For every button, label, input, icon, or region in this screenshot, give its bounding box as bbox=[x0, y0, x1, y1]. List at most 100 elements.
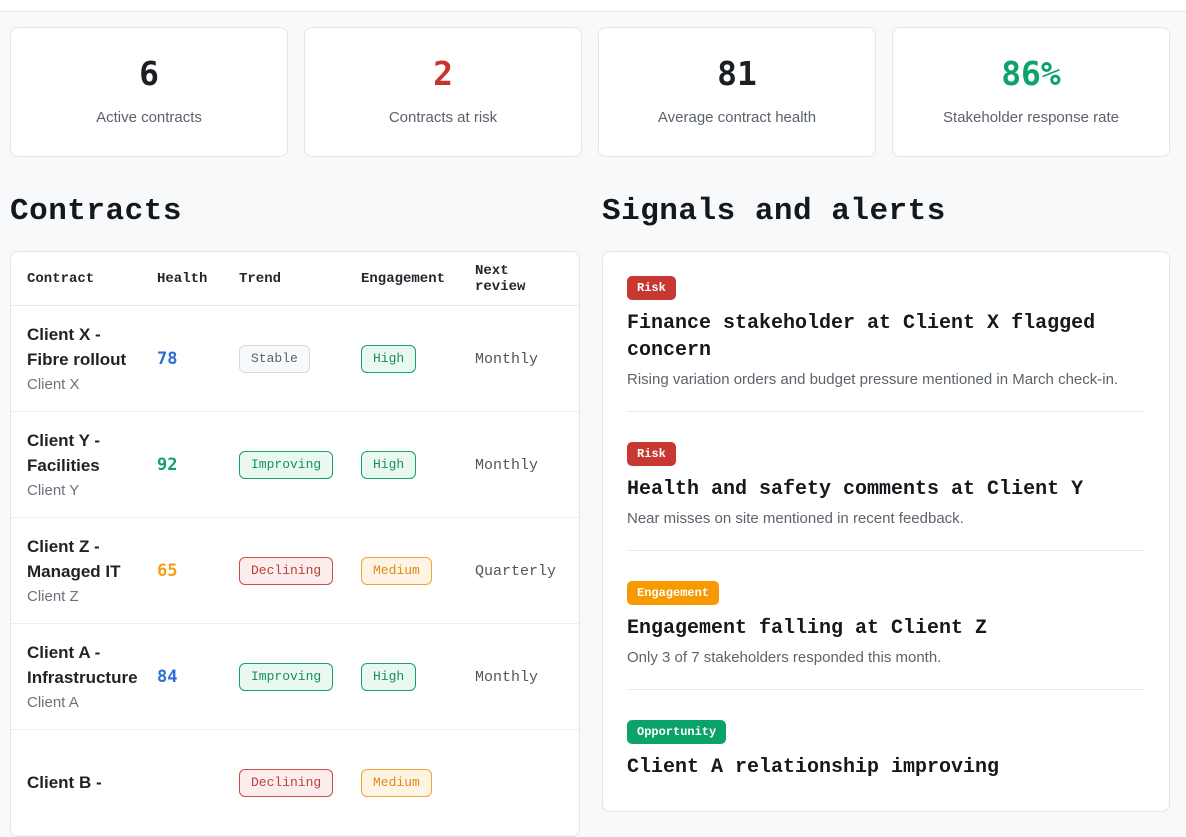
contract-client: Client X bbox=[27, 375, 137, 395]
table-row: Client A - Infrastructure Client A 84 Impro… bbox=[11, 624, 579, 730]
next-review-cell: Monthly bbox=[475, 668, 563, 686]
stat-value: 81 bbox=[717, 56, 757, 92]
contracts-title: Contracts bbox=[10, 193, 580, 231]
next-review: Monthly bbox=[475, 351, 538, 368]
alert-description: Only 3 of 7 stakeholders responded this … bbox=[627, 648, 1145, 668]
signals-section: Signals and alerts Risk Finance stakehold… bbox=[602, 157, 1170, 812]
alert-category-badge: Risk bbox=[627, 442, 676, 466]
column-header-engagement: Engagement bbox=[361, 271, 475, 287]
stat-card: 2 Contracts at risk bbox=[304, 27, 582, 157]
next-review-cell: Monthly bbox=[475, 456, 563, 474]
health-value: 65 bbox=[157, 561, 177, 581]
engagement-cell: High bbox=[361, 663, 475, 691]
engagement-badge: Medium bbox=[361, 557, 432, 585]
engagement-badge: High bbox=[361, 663, 416, 691]
trend-badge: Declining bbox=[239, 769, 333, 797]
stat-label: Average contract health bbox=[658, 108, 816, 128]
table-row: Client X - Fibre rollout Client X 78 Stable… bbox=[11, 306, 579, 412]
alert-item: Engagement Engagement falling at Client Z… bbox=[627, 581, 1145, 668]
contract-name-cell: Client A - Infrastructure Client A bbox=[27, 640, 157, 713]
engagement-cell: Medium bbox=[361, 557, 475, 585]
engagement-badge: Medium bbox=[361, 769, 432, 797]
trend-cell: Declining bbox=[239, 557, 361, 585]
contract-client: Client Y bbox=[27, 481, 137, 501]
contract-name: Client X - Fibre rollout bbox=[27, 322, 137, 372]
trend-badge: Improving bbox=[239, 663, 333, 691]
trend-cell: Declining bbox=[239, 769, 361, 797]
alert-title: Client A relationship improving bbox=[627, 754, 1145, 781]
contract-name-cell: Client B - bbox=[27, 770, 157, 795]
column-header-contract: Contract bbox=[27, 271, 157, 287]
alert-description: Near misses on site mentioned in recent … bbox=[627, 509, 1145, 529]
contract-name-cell: Client X - Fibre rollout Client X bbox=[27, 322, 157, 395]
alert-category-badge: Risk bbox=[627, 276, 676, 300]
trend-cell: Stable bbox=[239, 345, 361, 373]
alert-divider bbox=[627, 411, 1145, 412]
alert-divider bbox=[627, 689, 1145, 690]
next-review: Monthly bbox=[475, 457, 538, 474]
alert-item: Risk Finance stakeholder at Client X flag… bbox=[627, 276, 1145, 390]
engagement-badge: High bbox=[361, 451, 416, 479]
trend-cell: Improving bbox=[239, 663, 361, 691]
alert-item: Risk Health and safety comments at Client… bbox=[627, 442, 1145, 529]
stat-value: 2 bbox=[433, 56, 453, 92]
contract-name: Client Z - Managed IT bbox=[27, 534, 137, 584]
trend-badge: Declining bbox=[239, 557, 333, 585]
contract-name: Client Y - Facilities bbox=[27, 428, 137, 478]
trend-badge: Improving bbox=[239, 451, 333, 479]
contracts-table-panel: ContractHealthTrendEngagementNext review… bbox=[10, 251, 580, 837]
engagement-cell: Medium bbox=[361, 769, 475, 797]
table-header-row: ContractHealthTrendEngagementNext review bbox=[11, 252, 579, 306]
next-review-cell: Quarterly bbox=[475, 562, 563, 580]
next-review: Quarterly bbox=[475, 563, 556, 580]
column-header-trend: Trend bbox=[239, 271, 361, 287]
health-cell: 84 bbox=[157, 667, 239, 687]
table-row: Client Y - Facilities Client Y 92 Improving… bbox=[11, 412, 579, 518]
contract-client: Client Z bbox=[27, 587, 137, 607]
engagement-cell: High bbox=[361, 451, 475, 479]
alert-title: Health and safety comments at Client Y bbox=[627, 476, 1145, 503]
engagement-cell: High bbox=[361, 345, 475, 373]
alert-divider bbox=[627, 550, 1145, 551]
health-value: 84 bbox=[157, 667, 177, 687]
contracts-section: Contracts ContractHealthTrendEngagementN… bbox=[10, 157, 580, 837]
stats-row: 6 Active contracts 2 Contracts at risk 81 Ave… bbox=[10, 27, 1170, 157]
trend-badge: Stable bbox=[239, 345, 310, 373]
engagement-badge: High bbox=[361, 345, 416, 373]
stat-card: 6 Active contracts bbox=[10, 27, 288, 157]
next-review-cell: Monthly bbox=[475, 350, 563, 368]
contract-name-cell: Client Z - Managed IT Client Z bbox=[27, 534, 157, 607]
column-header-next-review: Next review bbox=[475, 263, 563, 295]
contract-name: Client B - bbox=[27, 770, 137, 795]
table-body: Client X - Fibre rollout Client X 78 Stable… bbox=[11, 306, 579, 836]
health-value: 92 bbox=[157, 455, 177, 475]
stat-value: 6 bbox=[139, 56, 159, 92]
alert-title: Finance stakeholder at Client X flagged … bbox=[627, 310, 1145, 364]
contract-name-cell: Client Y - Facilities Client Y bbox=[27, 428, 157, 501]
alert-title: Engagement falling at Client Z bbox=[627, 615, 1145, 642]
stat-value: 86% bbox=[1001, 56, 1061, 92]
table-row: Client Z - Managed IT Client Z 65 Declining… bbox=[11, 518, 579, 624]
stat-label: Contracts at risk bbox=[389, 108, 497, 128]
health-cell: 92 bbox=[157, 455, 239, 475]
contract-client: Client A bbox=[27, 693, 137, 713]
alert-description: Rising variation orders and budget press… bbox=[627, 370, 1145, 390]
column-header-health: Health bbox=[157, 271, 239, 287]
signals-title: Signals and alerts bbox=[602, 193, 1170, 231]
health-value: 78 bbox=[157, 349, 177, 369]
trend-cell: Improving bbox=[239, 451, 361, 479]
top-bar bbox=[0, 0, 1186, 12]
contract-name: Client A - Infrastructure bbox=[27, 640, 137, 690]
health-cell: 78 bbox=[157, 349, 239, 369]
stat-label: Active contracts bbox=[96, 108, 202, 128]
next-review: Monthly bbox=[475, 669, 538, 686]
stat-label: Stakeholder response rate bbox=[943, 108, 1119, 128]
health-cell: 65 bbox=[157, 561, 239, 581]
main-columns: Contracts ContractHealthTrendEngagementN… bbox=[10, 157, 1170, 837]
alert-category-badge: Engagement bbox=[627, 581, 719, 605]
alert-category-badge: Opportunity bbox=[627, 720, 726, 744]
alerts-panel: Risk Finance stakeholder at Client X flag… bbox=[602, 251, 1170, 812]
stat-card: 86% Stakeholder response rate bbox=[892, 27, 1170, 157]
stat-card: 81 Average contract health bbox=[598, 27, 876, 157]
table-row: Client B - Declining Medium bbox=[11, 730, 579, 836]
